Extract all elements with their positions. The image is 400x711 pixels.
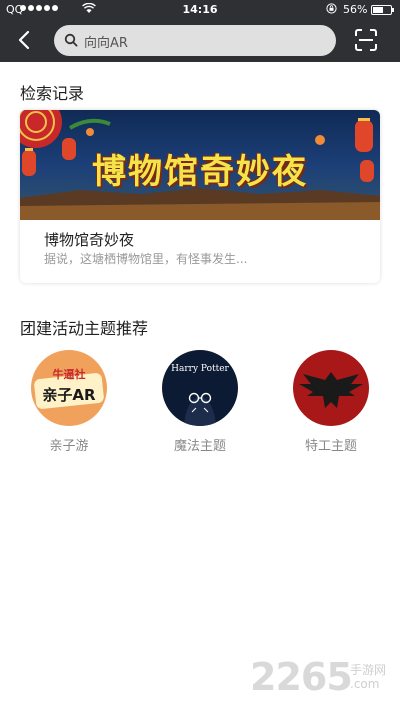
theme-label: 亲子游 [49,439,89,454]
agent-theme-avatar [293,350,369,426]
watermark-domain: .com [350,677,380,691]
history-section-title: 检索记录 [20,84,85,103]
search-input[interactable]: 向向AR [54,25,336,56]
family-badge-line2: 亲子AR [42,386,96,404]
top-bar: QQ 14:16 56% 向向AR [0,0,400,62]
recommend-section-title: 团建活动主题推荐 [20,319,149,338]
back-arrow-icon [18,30,30,50]
theme-label: 魔法主题 [173,439,226,454]
back-button[interactable] [14,28,36,52]
card-banner: 博物馆奇妙夜 [20,110,380,220]
harry-potter-glasses-icon [184,392,216,426]
watermark-text: 手游网 [350,663,387,677]
search-icon [64,33,78,47]
magic-theme-avatar: Harry Potter [162,350,238,426]
clock: 14:16 [182,3,218,16]
family-theme-avatar: 牛逼社 亲子AR [31,350,107,426]
battery-icon [371,5,394,15]
watermark-number: 2265 [250,655,353,699]
eagle-emblem-icon [299,372,363,408]
status-bar: QQ 14:16 56% [0,0,400,20]
theme-label: 特工主题 [304,439,357,454]
family-badge-line1: 牛逼社 [52,368,86,381]
site-watermark: 2265 手游网 .com [250,655,400,705]
card-title: 博物馆奇妙夜 [44,231,135,249]
theme-list: 牛逼社 亲子AR 亲子游 Harry Potter 魔法主题 特工主题 [0,350,400,460]
scan-icon [355,29,377,51]
banner-title: 博物馆奇妙夜 [92,152,308,192]
scan-button[interactable] [354,28,378,52]
search-query: 向向AR [84,36,128,51]
card-description: 据说，这塘栖博物馆里，有怪事发生... [44,252,248,266]
rotation-lock-icon [326,3,337,17]
battery-percent: 56% [343,3,368,16]
history-card[interactable]: 博物馆奇妙夜 博物馆奇妙夜 据说，这塘栖博物馆里，有怪事发生... [20,110,380,283]
